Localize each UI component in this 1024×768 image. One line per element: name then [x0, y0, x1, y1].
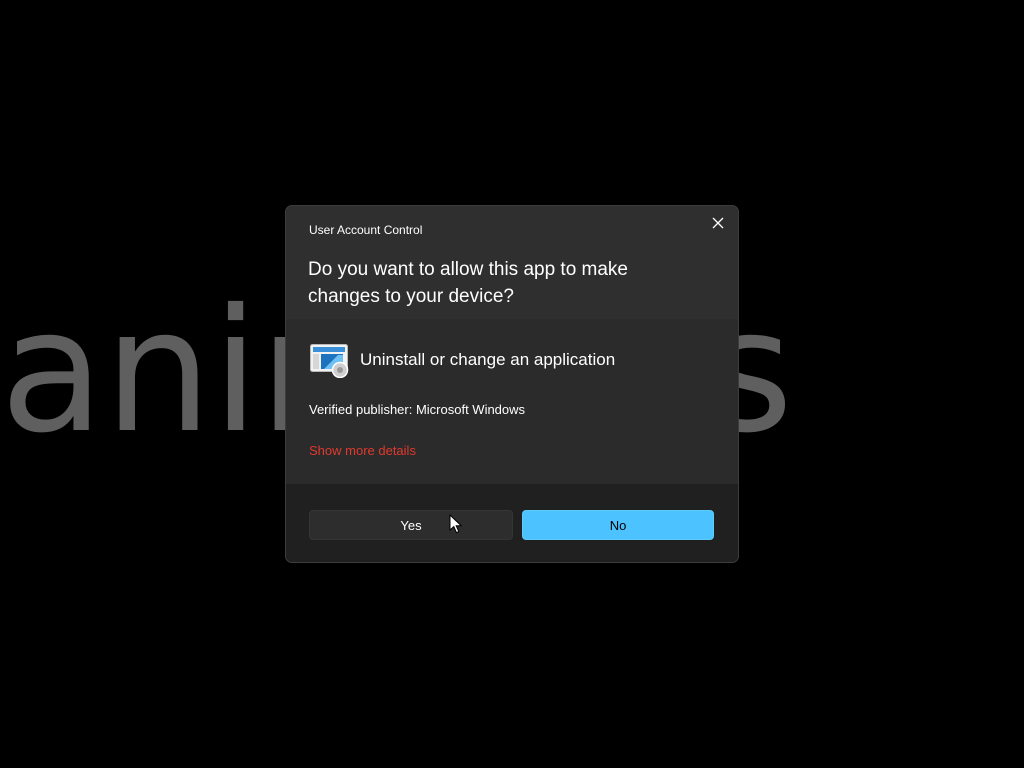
- dialog-body: Uninstall or change an application Verif…: [286, 319, 738, 484]
- program-settings-icon: [310, 344, 349, 378]
- dialog-title: User Account Control: [309, 223, 423, 237]
- yes-button[interactable]: Yes: [309, 510, 513, 540]
- publisher-text: Verified publisher: Microsoft Windows: [309, 402, 526, 417]
- dialog-question: Do you want to allow this app to make ch…: [308, 259, 629, 307]
- no-button[interactable]: No: [522, 510, 714, 540]
- uac-dialog: User Account Control Do you want to allo…: [285, 205, 739, 563]
- dialog-footer: Yes No: [286, 484, 738, 562]
- dialog-header: User Account Control Do you want to allo…: [286, 206, 738, 319]
- show-more-details-link[interactable]: Show more details: [309, 443, 416, 458]
- screen: anirtricks User Account Control Do you w…: [0, 0, 1024, 768]
- close-icon: [712, 217, 724, 229]
- app-name: Uninstall or change an application: [360, 350, 616, 369]
- close-button[interactable]: [706, 212, 730, 234]
- mouse-pointer-icon: [449, 514, 463, 534]
